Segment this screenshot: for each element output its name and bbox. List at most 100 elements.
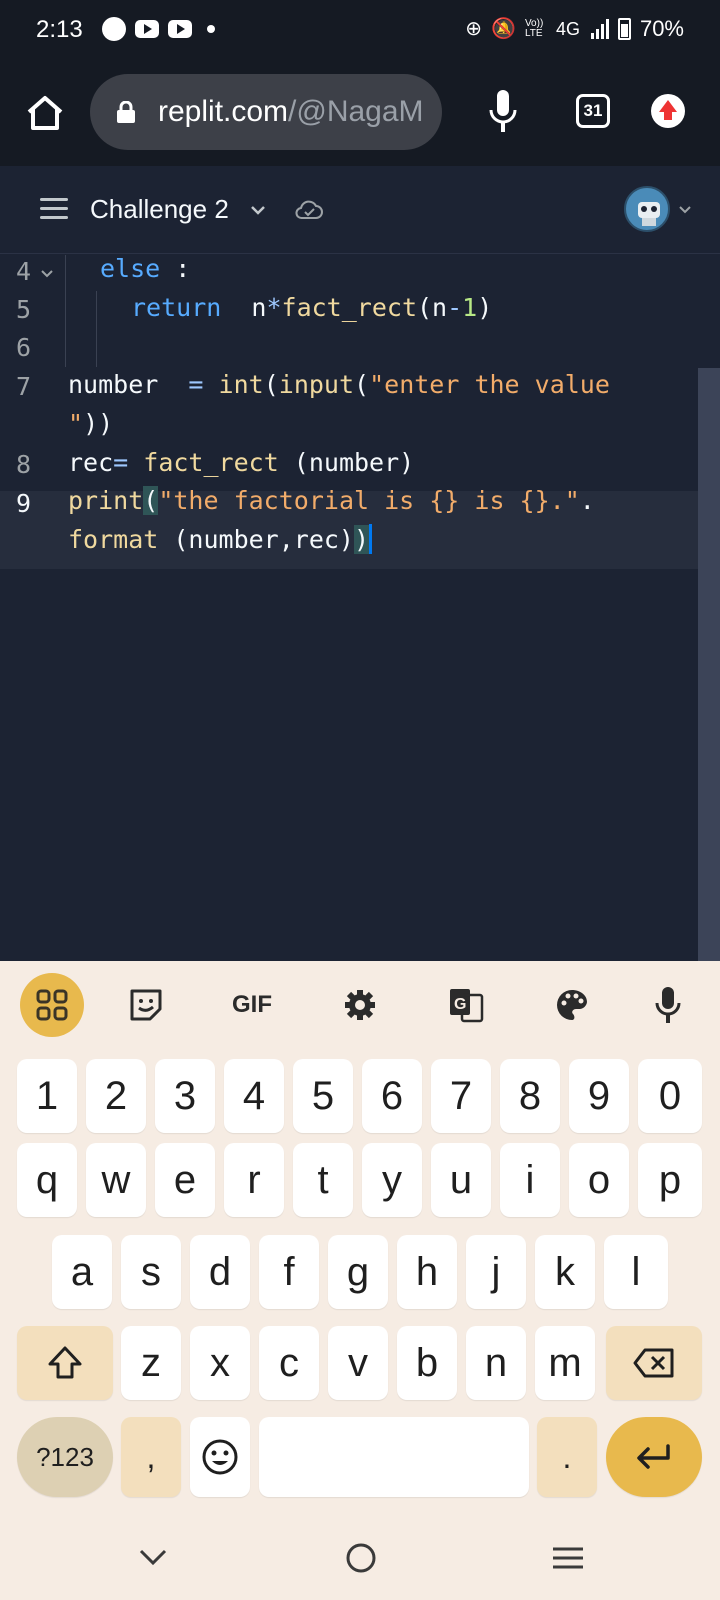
hide-keyboard-chevron-icon[interactable] — [133, 1538, 173, 1578]
code-line-4: else : — [100, 254, 191, 283]
home-icon[interactable] — [24, 92, 66, 134]
system-navigation-bar — [0, 1516, 720, 1600]
key-7[interactable]: 7 — [431, 1059, 491, 1133]
chevron-down-icon[interactable] — [250, 202, 266, 218]
update-available-icon[interactable] — [651, 94, 685, 128]
sticker-icon[interactable] — [114, 973, 178, 1037]
key-v[interactable]: v — [328, 1326, 388, 1400]
code-line-8: rec= fact_rect (number) — [68, 448, 415, 477]
key-6[interactable]: 6 — [362, 1059, 422, 1133]
code-line-5: return n*fact_rect(n-1) — [131, 293, 493, 322]
key-l[interactable]: l — [604, 1235, 668, 1309]
volte-icon: Vo)) LTE — [524, 18, 544, 39]
key-b[interactable]: b — [397, 1326, 457, 1400]
key-1[interactable]: 1 — [17, 1059, 77, 1133]
keyboard-apps-grid-icon[interactable] — [20, 973, 84, 1037]
theme-palette-icon[interactable] — [540, 973, 604, 1037]
key-s[interactable]: s — [121, 1235, 181, 1309]
enter-key[interactable] — [606, 1417, 702, 1497]
url-path: /@NagaM — [288, 95, 424, 128]
address-bar[interactable]: replit.com/@NagaM — [90, 74, 442, 150]
key-n[interactable]: n — [466, 1326, 526, 1400]
translate-icon[interactable]: G — [434, 973, 498, 1037]
on-screen-keyboard: GIF G 1 2 3 4 5 6 7 8 9 0 q w e r t y u … — [0, 961, 720, 1516]
key-c[interactable]: c — [259, 1326, 319, 1400]
url-text: replit.com/@NagaM — [158, 95, 424, 129]
speedometer-icon — [102, 17, 126, 41]
more-notifications-dot-icon — [207, 25, 215, 33]
key-o[interactable]: o — [569, 1143, 629, 1217]
status-time: 2:13 — [36, 16, 83, 43]
key-j[interactable]: j — [466, 1235, 526, 1309]
key-3[interactable]: 3 — [155, 1059, 215, 1133]
repl-title[interactable]: Challenge 2 — [90, 194, 229, 225]
user-avatar[interactable] — [624, 186, 670, 232]
gif-button[interactable]: GIF — [220, 973, 284, 1037]
tab-switcher-button[interactable]: 31 — [576, 94, 610, 128]
space-bar[interactable] — [259, 1417, 529, 1497]
data-saver-icon: ⊕ — [465, 18, 483, 40]
key-i[interactable]: i — [500, 1143, 560, 1217]
editor-scrollbar[interactable] — [698, 368, 720, 961]
enter-arrow-icon — [637, 1444, 670, 1469]
key-y[interactable]: y — [362, 1143, 422, 1217]
battery-percent: 70% — [639, 16, 684, 41]
svg-text:G: G — [454, 996, 466, 1013]
emoji-key[interactable] — [190, 1417, 250, 1497]
key-d[interactable]: d — [190, 1235, 250, 1309]
home-circle-icon[interactable] — [341, 1538, 381, 1578]
recents-menu-icon[interactable] — [548, 1538, 588, 1578]
key-4[interactable]: 4 — [224, 1059, 284, 1133]
youtube-icon — [135, 20, 159, 38]
avatar-robot-icon — [638, 202, 660, 226]
indent-guide — [96, 291, 97, 367]
replit-header: Challenge 2 — [0, 166, 720, 254]
status-bar: 2:13 ⊕ 🔕 Vo)) LTE 4G 70% — [0, 0, 720, 60]
key-w[interactable]: w — [86, 1143, 146, 1217]
key-9[interactable]: 9 — [569, 1059, 629, 1133]
line-number: 9 — [16, 489, 32, 518]
text-cursor — [369, 524, 373, 554]
shift-key[interactable] — [17, 1326, 113, 1400]
lock-icon — [117, 101, 135, 123]
key-e[interactable]: e — [155, 1143, 215, 1217]
comma-key[interactable]: , — [121, 1417, 181, 1497]
key-f[interactable]: f — [259, 1235, 319, 1309]
key-r[interactable]: r — [224, 1143, 284, 1217]
voice-search-mic-icon[interactable] — [486, 88, 520, 136]
period-key[interactable]: . — [537, 1417, 597, 1497]
key-h[interactable]: h — [397, 1235, 457, 1309]
code-line-9: print("the factorial is {} is {}.". — [68, 486, 595, 515]
key-5[interactable]: 5 — [293, 1059, 353, 1133]
key-p[interactable]: p — [638, 1143, 702, 1217]
key-u[interactable]: u — [431, 1143, 491, 1217]
notification-icons — [102, 17, 215, 41]
browser-toolbar: replit.com/@NagaM 31 — [0, 60, 720, 166]
signal-strength-icon — [589, 19, 609, 39]
line-number: 5 — [16, 295, 32, 324]
hamburger-menu-icon[interactable] — [40, 198, 68, 220]
key-z[interactable]: z — [121, 1326, 181, 1400]
settings-gear-icon[interactable] — [328, 973, 392, 1037]
key-x[interactable]: x — [190, 1326, 250, 1400]
key-g[interactable]: g — [328, 1235, 388, 1309]
key-0[interactable]: 0 — [638, 1059, 702, 1133]
fold-chevron-icon[interactable] — [40, 267, 54, 281]
key-m[interactable]: m — [535, 1326, 595, 1400]
key-2[interactable]: 2 — [86, 1059, 146, 1133]
key-a[interactable]: a — [52, 1235, 112, 1309]
code-editor[interactable]: 4 5 6 7 8 9 else : return n*fact_rect(n-… — [0, 254, 720, 961]
voice-input-mic-icon[interactable] — [636, 973, 700, 1037]
code-line-7: number = int(input("enter the value — [68, 370, 610, 399]
key-k[interactable]: k — [535, 1235, 595, 1309]
key-8[interactable]: 8 — [500, 1059, 560, 1133]
network-type: 4G — [555, 18, 580, 39]
key-t[interactable]: t — [293, 1143, 353, 1217]
line-number: 8 — [16, 450, 32, 479]
chevron-down-icon[interactable] — [678, 203, 692, 217]
key-q[interactable]: q — [17, 1143, 77, 1217]
backspace-key[interactable] — [606, 1326, 702, 1400]
line-number: 6 — [16, 333, 32, 362]
symbols-key[interactable]: ?123 — [17, 1417, 113, 1497]
code-line-7-wrap: ")) — [68, 409, 114, 438]
